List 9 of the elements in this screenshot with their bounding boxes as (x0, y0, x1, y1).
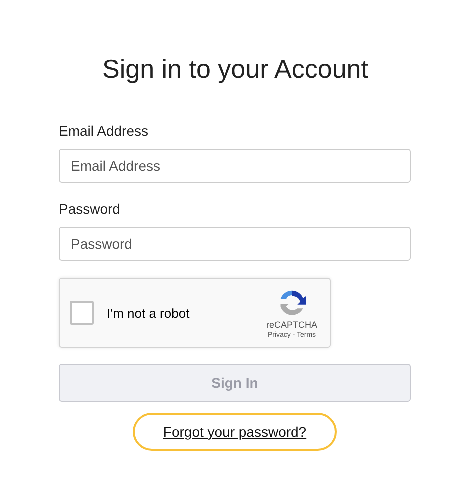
field-label: Password (59, 200, 122, 218)
captcha-brand: reCAPTCHA (266, 320, 318, 330)
field-label: Email Address (59, 122, 150, 140)
input-field[interactable]: Password (59, 227, 411, 261)
input-field[interactable]: Email Address (59, 149, 411, 183)
page-title: Sign in to your Account (102, 53, 370, 86)
checkbox[interactable] (70, 301, 94, 325)
forgot-password-link[interactable]: Forgot your password? (133, 413, 337, 451)
checkbox-label: I'm not a robot (107, 306, 191, 320)
